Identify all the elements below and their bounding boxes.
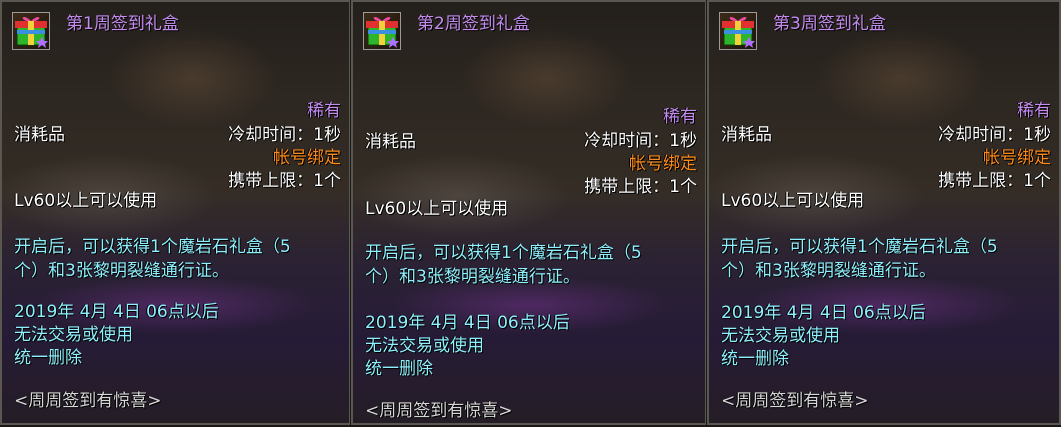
expiry-line-2: 无法交易或使用 <box>365 336 484 356</box>
description-line-1: 开启后，可以获得1个魔岩石礼盒（5 <box>721 237 998 257</box>
item-title: 第3周签到礼盒 <box>773 14 886 34</box>
carry-limit-label: 携带上限：1个 <box>584 177 697 197</box>
category-label: 消耗品 <box>721 125 772 145</box>
rarity-label: 稀有 <box>663 107 697 127</box>
item-tooltip-week3: 第3周签到礼盒 稀有 消耗品 冷却时间：1秒 帐号绑定 携带上限：1个 Lv60… <box>706 0 1061 426</box>
rarity-label: 稀有 <box>307 101 341 121</box>
binding-label: 帐号绑定 <box>629 154 697 174</box>
carry-limit-label: 携带上限：1个 <box>938 171 1051 191</box>
cooldown-label: 冷却时间：1秒 <box>228 125 341 145</box>
expiry-line-2: 无法交易或使用 <box>14 325 133 345</box>
expiry-date: 2019年 4月 4日 06点以后 <box>721 303 926 323</box>
expiry-line-3: 统一删除 <box>365 359 433 379</box>
binding-label: 帐号绑定 <box>983 148 1051 168</box>
item-tooltip-week1: 第1周签到礼盒 稀有 消耗品 冷却时间：1秒 帐号绑定 携带上限：1个 Lv60… <box>0 0 352 426</box>
set-name: <周周签到有惊喜> <box>14 391 162 411</box>
category-label: 消耗品 <box>14 125 65 145</box>
expiry-line-3: 统一删除 <box>14 348 82 368</box>
set-name: <周周签到有惊喜> <box>721 391 869 411</box>
binding-label: 帐号绑定 <box>273 148 341 168</box>
expiry-date: 2019年 4月 4日 06点以后 <box>14 302 219 322</box>
gift-box-icon <box>363 12 401 50</box>
level-requirement: Lv60以上可以使用 <box>14 191 158 211</box>
cooldown-label: 冷却时间：1秒 <box>938 125 1051 145</box>
category-label: 消耗品 <box>365 132 416 152</box>
expiry-date: 2019年 4月 4日 06点以后 <box>365 313 570 333</box>
carry-limit-label: 携带上限：1个 <box>228 171 341 191</box>
gift-box-icon <box>719 12 757 50</box>
description-line-1: 开启后，可以获得1个魔岩石礼盒（5 <box>365 243 642 263</box>
expiry-line-2: 无法交易或使用 <box>721 326 840 346</box>
expiry-line-3: 统一删除 <box>721 349 789 369</box>
item-title: 第1周签到礼盒 <box>66 14 179 34</box>
cooldown-label: 冷却时间：1秒 <box>584 131 697 151</box>
gift-box-icon <box>12 12 50 50</box>
item-title: 第2周签到礼盒 <box>417 14 530 34</box>
set-name: <周周签到有惊喜> <box>365 401 513 421</box>
description-line-1: 开启后，可以获得1个魔岩石礼盒（5 <box>14 237 291 257</box>
description-line-2: 个）和3张黎明裂缝通行证。 <box>721 261 936 281</box>
description-line-2: 个）和3张黎明裂缝通行证。 <box>365 267 580 287</box>
item-tooltip-week2: 第2周签到礼盒 稀有 消耗品 冷却时间：1秒 帐号绑定 携带上限：1个 Lv60… <box>350 0 708 426</box>
level-requirement: Lv60以上可以使用 <box>721 191 865 211</box>
level-requirement: Lv60以上可以使用 <box>365 199 509 219</box>
description-line-2: 个）和3张黎明裂缝通行证。 <box>14 261 229 281</box>
rarity-label: 稀有 <box>1017 101 1051 121</box>
